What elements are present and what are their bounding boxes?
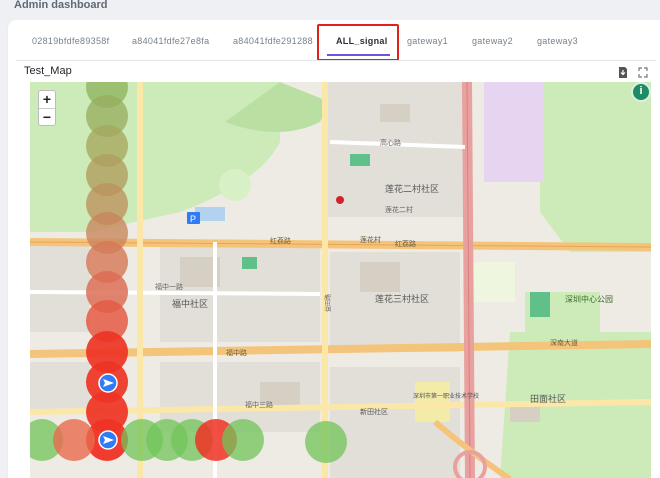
map-label: 福中三路 bbox=[245, 400, 273, 409]
zoom-in-button[interactable]: + bbox=[39, 91, 55, 108]
school-building bbox=[415, 382, 450, 422]
road-fuzhong1 bbox=[30, 290, 321, 296]
map-canvas: P 红荔路 红荔路 莲花村 福中路 福中一路 福中三路 深南大道 高心路 莲花三… bbox=[30, 82, 651, 478]
poi-marker bbox=[336, 196, 344, 204]
map-label: 红荔路 bbox=[395, 239, 416, 248]
map-label: 莲花三村社区 bbox=[375, 293, 429, 304]
download-icon[interactable] bbox=[618, 67, 628, 78]
map-label: 益田路 bbox=[324, 294, 332, 312]
building bbox=[350, 154, 370, 166]
map-label: 莲花二村社区 bbox=[385, 183, 439, 194]
page-title: Admin dashboard bbox=[14, 0, 108, 11]
signal-map[interactable]: P 红荔路 红荔路 莲花村 福中路 福中一路 福中三路 深南大道 高心路 莲花三… bbox=[30, 82, 651, 478]
map-label: 莲花二村 bbox=[385, 205, 413, 214]
fullscreen-icon[interactable] bbox=[638, 67, 648, 78]
tab-gateway1[interactable]: gateway1 bbox=[407, 29, 448, 53]
map-label: 福中社区 bbox=[172, 298, 208, 309]
map-label: 田面社区 bbox=[530, 393, 566, 404]
svg-text:P: P bbox=[190, 214, 196, 224]
map-label: 高心路 bbox=[380, 138, 401, 147]
tab-02819bfdfe89358f[interactable]: 02819bfdfe89358f bbox=[32, 29, 109, 53]
park-east bbox=[540, 82, 651, 252]
map-title: Test_Map bbox=[24, 65, 72, 77]
tab-gateway2[interactable]: gateway2 bbox=[472, 29, 513, 53]
device-tabs: 02819bfdfe89358f a84041fdfe27e8fa a84041… bbox=[8, 20, 660, 61]
map-label: 新田社区 bbox=[360, 407, 388, 416]
park-pond bbox=[219, 169, 251, 201]
block-sports bbox=[470, 262, 515, 302]
building bbox=[530, 292, 550, 317]
building bbox=[360, 262, 400, 292]
building bbox=[242, 257, 257, 269]
map-label: 莲花村 bbox=[360, 235, 381, 244]
park-north bbox=[30, 82, 280, 232]
info-icon[interactable]: i bbox=[631, 82, 651, 102]
zoom-out-button[interactable]: − bbox=[39, 108, 55, 125]
block-southwest bbox=[30, 362, 90, 412]
map-label: 红荔路 bbox=[270, 236, 291, 245]
map-label: 福中一路 bbox=[155, 282, 183, 291]
building bbox=[380, 104, 410, 122]
campus-area bbox=[484, 82, 544, 182]
block-west bbox=[30, 242, 90, 332]
block-lianhua2 bbox=[325, 82, 465, 217]
map-label: 福中路 bbox=[226, 348, 247, 357]
gateway-marker[interactable] bbox=[98, 430, 118, 450]
tab-a84041fdfe291288[interactable]: a84041fdfe291288 bbox=[233, 29, 313, 53]
tab-gateway3[interactable]: gateway3 bbox=[537, 29, 578, 53]
map-label: 深圳市第一职业技术学校 bbox=[413, 392, 479, 400]
main-panel: 02819bfdfe89358f a84041fdfe27e8fa a84041… bbox=[8, 20, 660, 478]
zoom-control: + − bbox=[38, 90, 56, 126]
map-label: 深圳中心公园 bbox=[565, 294, 613, 304]
map-card: Test_Map P 红荔路 红荔路 莲花村 福中路 福中一路 福中三路 深南大… bbox=[16, 60, 656, 478]
map-label: 深南大道 bbox=[550, 338, 578, 347]
gateway-marker[interactable] bbox=[98, 373, 118, 393]
tab-highlight-box bbox=[317, 24, 399, 61]
tab-a84041fdfe27e8fa[interactable]: a84041fdfe27e8fa bbox=[132, 29, 209, 53]
